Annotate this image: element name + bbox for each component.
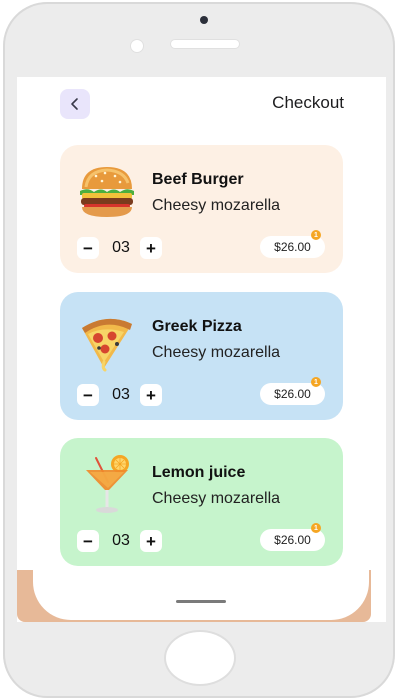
- home-button[interactable]: [166, 632, 234, 684]
- cart-item-card: Beef Burger Cheesy mozarella − 03 + $26.…: [60, 145, 343, 273]
- item-count-badge: 1: [311, 377, 321, 387]
- item-count-badge: 1: [311, 230, 321, 240]
- proximity-sensor: [131, 40, 143, 52]
- item-description: Cheesy mozarella: [152, 344, 281, 361]
- quantity-value: 03: [112, 239, 130, 256]
- back-button[interactable]: [60, 89, 90, 119]
- cocktail-icon: [86, 455, 129, 513]
- page-title: Checkout: [272, 93, 344, 112]
- item-count-badge: 1: [311, 523, 321, 533]
- item-name: Beef Burger: [152, 171, 244, 188]
- decrease-quantity-button[interactable]: −: [77, 237, 99, 259]
- increase-quantity-button[interactable]: +: [140, 530, 162, 552]
- pizza-icon: [82, 318, 132, 372]
- decrease-quantity-button[interactable]: −: [77, 384, 99, 406]
- chevron-left-icon: [71, 98, 78, 110]
- item-name: Greek Pizza: [152, 318, 242, 335]
- increase-quantity-button[interactable]: +: [140, 237, 162, 259]
- home-indicator[interactable]: [176, 600, 226, 603]
- item-name: Lemon juice: [152, 464, 246, 481]
- item-description: Cheesy mozarella: [152, 490, 281, 507]
- cart-item-card: Greek Pizza Cheesy mozarella − 03 + $26.…: [60, 292, 343, 420]
- quantity-value: 03: [112, 386, 130, 403]
- cart-item-card: Lemon juice Cheesy mozarella − 03 + $26.…: [60, 438, 343, 566]
- burger-icon: [80, 167, 134, 217]
- item-description: Cheesy mozarella: [152, 197, 281, 214]
- increase-quantity-button[interactable]: +: [140, 384, 162, 406]
- decrease-quantity-button[interactable]: −: [77, 530, 99, 552]
- quantity-value: 03: [112, 532, 130, 549]
- earpiece-speaker: [171, 40, 239, 48]
- front-camera: [200, 16, 208, 24]
